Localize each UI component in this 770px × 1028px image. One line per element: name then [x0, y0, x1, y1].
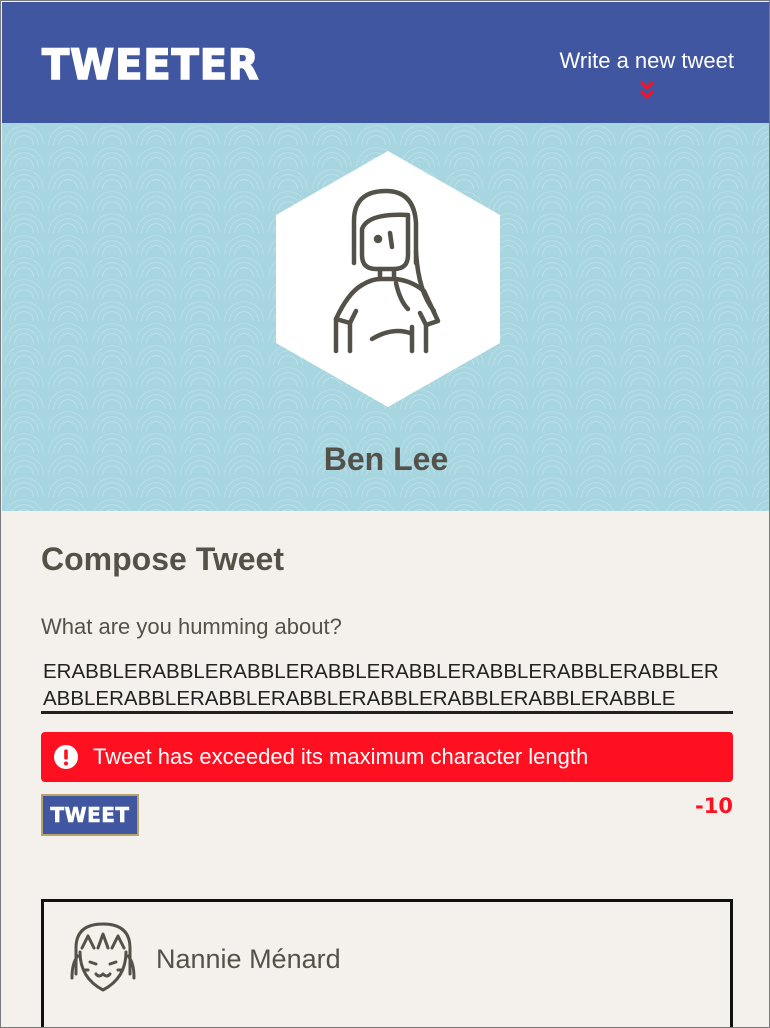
write-new-tweet-label: Write a new tweet	[559, 48, 734, 73]
page: TWEETER Write a new tweet Ben Lee Compos…	[0, 0, 770, 1028]
tweet-button[interactable]: TWEET	[41, 794, 139, 836]
exclamation-circle-icon	[54, 745, 78, 769]
compose-section: Compose Tweet What are you humming about…	[41, 541, 733, 836]
write-new-tweet-link[interactable]: Write a new tweet	[560, 48, 734, 102]
error-text: Tweet has exceeded its maximum character…	[93, 744, 589, 769]
double-chevron-down-icon	[639, 80, 654, 100]
tweet-textarea[interactable]: ERABBLERABBLERABBLERABBLERABBLERABBLERAB…	[41, 658, 733, 714]
tweet-author-name: Nannie Ménard	[156, 944, 341, 974]
compose-actions: TWEET -10	[41, 794, 733, 836]
tweet-card: Nannie Ménard	[41, 899, 733, 1027]
error-message: Tweet has exceeded its maximum character…	[41, 732, 733, 782]
girl-avatar-icon	[70, 922, 136, 992]
profile-name: Ben Lee	[323, 441, 449, 477]
profile-banner: Ben Lee	[2, 123, 769, 511]
character-counter: -10	[695, 794, 733, 818]
brand-logo[interactable]: TWEETER	[41, 39, 260, 90]
top-nav: TWEETER Write a new tweet	[2, 2, 769, 123]
profile-avatar	[276, 151, 500, 407]
compose-prompt-label: What are you humming about?	[41, 614, 342, 639]
compose-title: Compose Tweet	[41, 541, 284, 577]
